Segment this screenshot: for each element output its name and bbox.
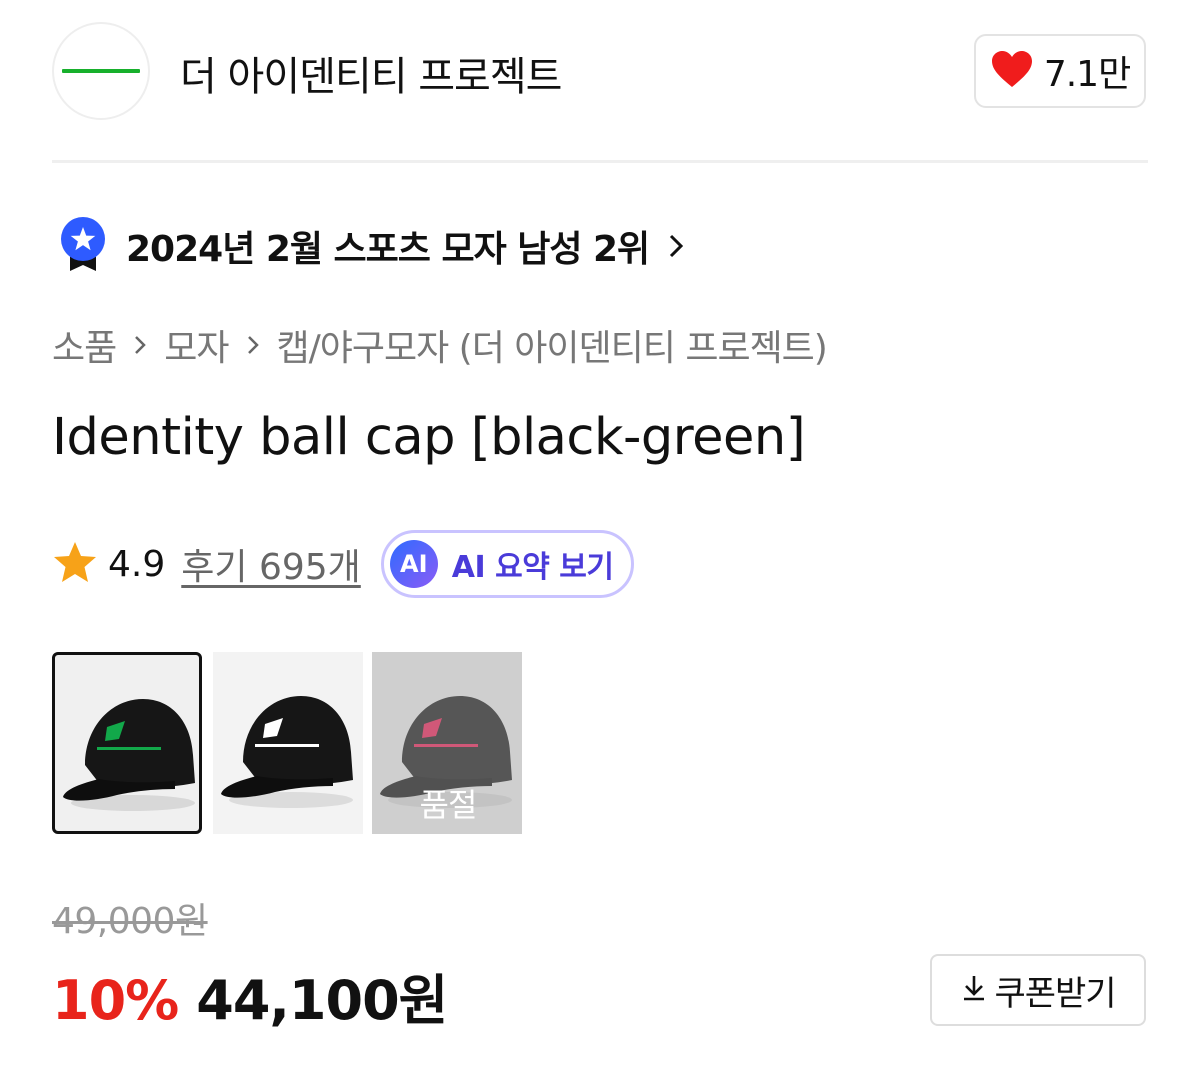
ai-summary-label: AI 요약 보기 xyxy=(451,550,614,585)
rating-row: 4.9 후기 695개 AI AI 요약 보기 xyxy=(52,530,635,598)
final-price: 44,100원 xyxy=(196,969,448,1032)
brand-logo-mark xyxy=(62,69,140,73)
breadcrumb-item-hats[interactable]: 모자 xyxy=(164,319,229,371)
like-button[interactable]: 7.1만 xyxy=(974,34,1146,108)
discount-rate: 10% xyxy=(52,969,179,1032)
cap-image xyxy=(63,699,195,811)
brand-logo[interactable] xyxy=(52,22,150,120)
breadcrumb-item-accessories[interactable]: 소품 xyxy=(52,319,117,371)
like-count: 7.1만 xyxy=(1043,54,1131,95)
breadcrumb: 소품 모자 캡/야구모자 (더 아이덴티티 프로젝트) xyxy=(52,319,828,371)
header-divider xyxy=(52,160,1148,163)
original-price: 49,000원 xyxy=(52,901,208,942)
chevron-right-icon xyxy=(132,332,148,358)
ai-badge-icon: AI xyxy=(389,540,438,588)
breadcrumb-item-caps[interactable]: 캡/야구모자 (더 아이덴티티 프로젝트) xyxy=(277,319,828,371)
chevron-right-icon xyxy=(667,232,685,260)
chevron-right-icon xyxy=(245,332,261,358)
color-option-black-green[interactable] xyxy=(52,652,202,834)
ranking-badge-icon xyxy=(58,215,108,277)
heart-icon xyxy=(990,49,1034,93)
star-icon xyxy=(52,540,98,588)
ranking-text: 2024년 2월 스포츠 모자 남성 2위 xyxy=(126,229,650,270)
brand-name[interactable]: 더 아이덴티티 프로젝트 xyxy=(180,44,562,102)
sold-out-label: 품절 xyxy=(419,786,478,824)
rating-score: 4.9 xyxy=(108,543,166,585)
reviews-link[interactable]: 후기 695개 xyxy=(181,538,361,590)
cap-image xyxy=(221,696,353,808)
product-title: Identity ball cap [black-green] xyxy=(52,408,806,467)
ranking-link[interactable]: 2024년 2월 스포츠 모자 남성 2위 xyxy=(58,216,685,276)
ai-summary-button[interactable]: AI AI 요약 보기 xyxy=(380,530,635,598)
coupon-label: 쿠폰받기 xyxy=(994,973,1116,1014)
color-option-black-white[interactable] xyxy=(213,652,363,834)
coupon-button[interactable]: 쿠폰받기 xyxy=(930,954,1146,1026)
download-icon xyxy=(960,973,988,1007)
price-row: 10% 44,100원 xyxy=(52,956,448,1035)
